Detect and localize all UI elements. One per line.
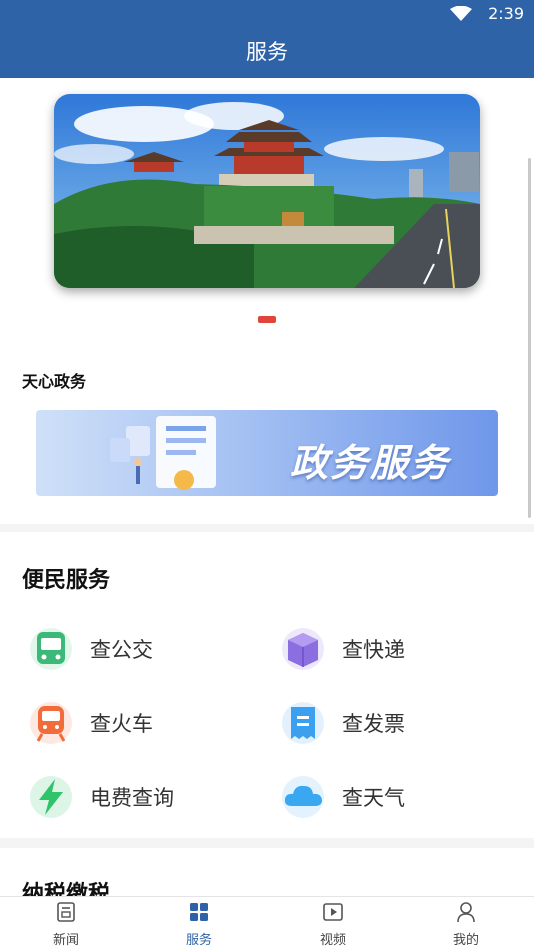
package-icon	[282, 628, 324, 670]
bottom-tab-bar: 新闻 服务 视频 我的	[0, 896, 534, 950]
service-label: 查天气	[342, 786, 405, 810]
user-icon	[457, 902, 475, 923]
service-electricity[interactable]: 电费查询	[30, 776, 174, 818]
service-label: 电费查询	[90, 786, 174, 810]
app-header: 2:39 服务	[0, 0, 534, 78]
cloud-icon	[282, 776, 324, 818]
gov-service-banner[interactable]: 政务服务	[36, 410, 498, 496]
news-icon	[57, 902, 75, 922]
banner-image	[54, 94, 480, 288]
tab-label: 服务	[185, 933, 212, 948]
gov-section-title: 天心政务	[22, 372, 87, 391]
tab-label: 视频	[319, 933, 346, 948]
main-content[interactable]: 天心政务 政务服务 便民服务 查公交 查快递 查火车 查发票 电费查询 查天气 …	[0, 78, 534, 896]
wifi-icon	[450, 6, 472, 21]
service-label: 查公交	[90, 638, 153, 662]
top-section: 天心政务 政务服务	[0, 78, 534, 524]
tab-label: 我的	[452, 933, 479, 948]
tab-video[interactable]: 视频	[293, 901, 373, 948]
lightning-icon	[30, 776, 72, 818]
video-icon	[323, 903, 343, 921]
tab-news[interactable]: 新闻	[26, 901, 106, 948]
invoice-icon	[282, 702, 324, 744]
tab-mine[interactable]: 我的	[426, 901, 506, 948]
status-time: 2:39	[488, 4, 524, 23]
service-label: 查快递	[342, 638, 405, 662]
service-invoice[interactable]: 查发票	[282, 702, 405, 744]
grid-icon	[190, 903, 208, 921]
convenience-section: 便民服务 查公交 查快递 查火车 查发票 电费查询 查天气	[0, 532, 534, 838]
gov-illustration	[110, 416, 216, 490]
bus-icon	[30, 628, 72, 670]
convenience-title: 便民服务	[22, 568, 111, 593]
service-train[interactable]: 查火车	[30, 702, 153, 744]
scrollbar[interactable]	[528, 158, 531, 518]
service-label: 查火车	[90, 712, 153, 736]
service-express[interactable]: 查快递	[282, 628, 405, 670]
tab-services[interactable]: 服务	[159, 901, 239, 948]
train-icon	[30, 702, 72, 744]
tab-label: 新闻	[52, 933, 79, 948]
service-weather[interactable]: 查天气	[282, 776, 405, 818]
tax-title: 纳税缴税	[22, 882, 111, 896]
gov-banner-text: 政务服务	[289, 441, 450, 485]
tax-section: 纳税缴税	[0, 848, 534, 896]
carousel-indicator[interactable]	[258, 316, 276, 323]
page-title: 服务	[246, 40, 288, 64]
service-bus[interactable]: 查公交	[30, 628, 153, 670]
carousel-banner[interactable]	[54, 94, 480, 288]
service-label: 查发票	[342, 712, 405, 736]
